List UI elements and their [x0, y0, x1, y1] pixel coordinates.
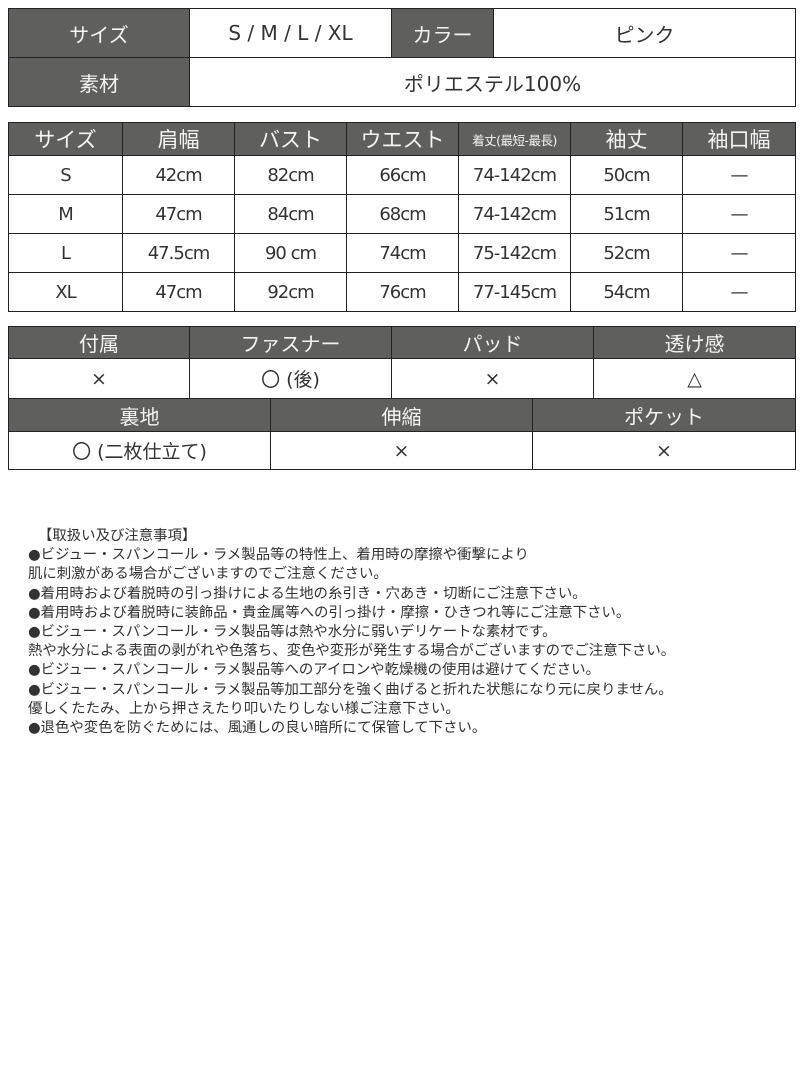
cell-waist: 74cm — [346, 233, 459, 273]
cell-sleeve-length: 54cm — [570, 272, 683, 312]
care-notes-title: 【取扱い及び注意事項】 — [38, 528, 197, 544]
cell-bust: 92cm — [234, 272, 347, 312]
cell-bust: 90 cm — [234, 233, 347, 273]
cell-cuff-width: — — [682, 233, 796, 273]
cell-sleeve-length: 52cm — [570, 233, 683, 273]
header-pocket: ポケット — [532, 398, 796, 432]
care-note-line: ●ビジュー・スパンコール・ラメ製品等へのアイロンや乾燥機の使用は避けてください。 — [28, 662, 600, 679]
cell-shoulder: 47cm — [122, 194, 235, 234]
cell-shoulder: 47.5cm — [122, 233, 235, 273]
cell-bust: 82cm — [234, 155, 347, 195]
value-stretch: × — [270, 431, 533, 470]
header-shoulder: 肩幅 — [122, 122, 235, 156]
header-bust: バスト — [234, 122, 347, 156]
cell-bust: 84cm — [234, 194, 347, 234]
cell-shoulder: 42cm — [122, 155, 235, 195]
value-pocket: × — [532, 431, 796, 470]
table-row: M 47cm 84cm 68cm 74-142cm 51cm — — [8, 194, 796, 234]
color-value: ピンク — [493, 8, 796, 58]
cell-size: L — [8, 233, 123, 273]
cell-waist: 76cm — [346, 272, 459, 312]
header-cuff-width: 袖口幅 — [682, 122, 796, 156]
care-note-line: 熱や水分による表面の剥がれや色落ち、変色や変形が発生する場合がございますのでご注… — [28, 643, 676, 660]
care-note-line: ●着用時および着脱時の引っ掛けによる生地の糸引き・穴あき・切断にご注意下さい。 — [28, 585, 587, 602]
color-label: カラー — [391, 8, 494, 58]
cell-sleeve-length: 51cm — [570, 194, 683, 234]
features-table-1: 付属 ファスナー パッド 透け感 × 〇 (後) × △ — [8, 326, 796, 399]
care-notes: 【取扱い及び注意事項】 ●ビジュー・スパンコール・ラメ製品等の特性上、着用時の摩… — [28, 527, 798, 738]
cell-size: M — [8, 194, 123, 234]
features-1-header: 付属 ファスナー パッド 透け感 — [8, 326, 796, 359]
features-table-2: 裏地 伸縮 ポケット 〇 (二枚仕立て) × × — [8, 398, 796, 470]
features-2-values: 〇 (二枚仕立て) × × — [8, 431, 796, 470]
value-zipper: 〇 (後) — [189, 358, 392, 399]
care-note-line: ●退色や変色を防ぐためには、風通しの良い暗所にて保管して下さい。 — [28, 720, 487, 737]
features-2-header: 裏地 伸縮 ポケット — [8, 398, 796, 432]
cell-waist: 66cm — [346, 155, 459, 195]
cell-length: 77-145cm — [458, 272, 571, 312]
header-sheerness: 透け感 — [593, 326, 796, 359]
cell-size: S — [8, 155, 123, 195]
cell-length: 74-142cm — [458, 155, 571, 195]
care-note-line: ●ビジュー・スパンコール・ラメ製品等は熱や水分に弱いデリケートな素材です。 — [28, 624, 557, 641]
size-chart-header: サイズ 肩幅 バスト ウエスト 着丈(最短-最長) 袖丈 袖口幅 — [8, 122, 796, 156]
header-length: 着丈(最短-最長) — [458, 122, 571, 156]
cell-shoulder: 47cm — [122, 272, 235, 312]
cell-size: XL — [8, 272, 123, 312]
care-note-line: 優しくたたみ、上から押さえたり叩いたりしない様ご注意下さい。 — [28, 700, 460, 717]
table-row: XL 47cm 92cm 76cm 77-145cm 54cm — — [8, 272, 796, 312]
value-pad: × — [391, 358, 594, 399]
value-lining: 〇 (二枚仕立て) — [8, 431, 271, 470]
table-row: S 42cm 82cm 66cm 74-142cm 50cm — — [8, 155, 796, 195]
header-size: サイズ — [8, 122, 123, 156]
header-pad: パッド — [391, 326, 594, 359]
header-stretch: 伸縮 — [270, 398, 533, 432]
care-note-line: ●着用時および着脱時に装飾品・貴金属等への引っ掛け・摩擦・ひきつれ等にご注意下さ… — [28, 604, 631, 621]
material-label: 素材 — [8, 57, 190, 107]
header-sleeve-length: 袖丈 — [570, 122, 683, 156]
size-value: S / M / L / XL — [189, 8, 392, 58]
cell-cuff-width: — — [682, 155, 796, 195]
cell-waist: 68cm — [346, 194, 459, 234]
cell-sleeve-length: 50cm — [570, 155, 683, 195]
cell-cuff-width: — — [682, 194, 796, 234]
header-lining: 裏地 — [8, 398, 271, 432]
care-note-line: 肌に刺激がある場合がございますのでご注意ください。 — [28, 566, 388, 583]
summary-row-material: 素材 ポリエステル100% — [8, 57, 796, 107]
header-zipper: ファスナー — [189, 326, 392, 359]
care-note-line: ●ビジュー・スパンコール・ラメ製品等加工部分を強く曲げると折れた状態になり元に戻… — [28, 681, 673, 698]
summary-row-size-color: サイズ S / M / L / XL カラー ピンク — [8, 8, 796, 58]
summary-table: サイズ S / M / L / XL カラー ピンク 素材 ポリエステル100% — [8, 8, 796, 107]
size-chart-table: サイズ 肩幅 バスト ウエスト 着丈(最短-最長) 袖丈 袖口幅 S 42cm … — [8, 122, 796, 312]
value-accessories: × — [8, 358, 190, 399]
cell-length: 74-142cm — [458, 194, 571, 234]
value-sheerness: △ — [593, 358, 796, 399]
material-value: ポリエステル100% — [189, 57, 796, 107]
cell-length: 75-142cm — [458, 233, 571, 273]
care-note-line: ●ビジュー・スパンコール・ラメ製品等の特性上、着用時の摩擦や衝撃により — [28, 547, 529, 564]
features-1-values: × 〇 (後) × △ — [8, 358, 796, 399]
size-label: サイズ — [8, 8, 190, 58]
table-row: L 47.5cm 90 cm 74cm 75-142cm 52cm — — [8, 233, 796, 273]
header-accessories: 付属 — [8, 326, 190, 359]
cell-cuff-width: — — [682, 272, 796, 312]
header-waist: ウエスト — [346, 122, 459, 156]
